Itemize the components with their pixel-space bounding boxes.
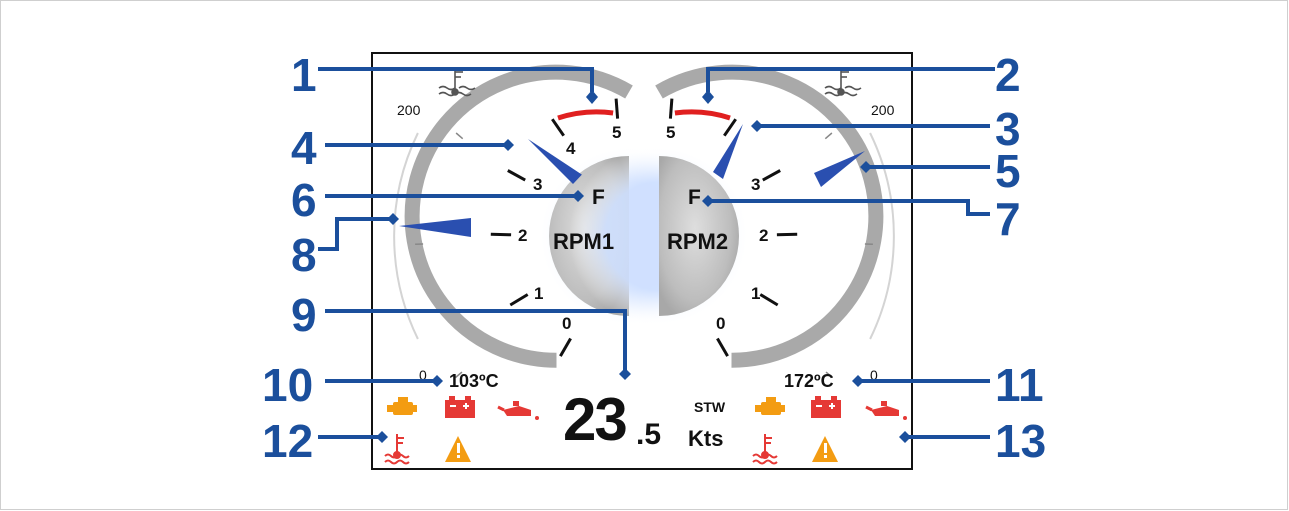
- right-engine-icon: [755, 397, 785, 415]
- left-tick-0: [559, 337, 572, 357]
- left-tick-4: [551, 118, 565, 137]
- left-tick-label-3: 3: [533, 175, 543, 194]
- engine-display-screen: 200 200 0 0 0 1 2 3 4 5 0 1 2 3 5 F F RP…: [371, 52, 913, 470]
- callout-number-8: 8: [291, 229, 317, 281]
- speed-value-decimal: .5: [636, 418, 662, 451]
- right-temp-scale-label: 200: [871, 102, 895, 118]
- left-tick-label-5: 5: [612, 123, 622, 142]
- gauges-graphic: [384, 64, 907, 465]
- left-tick-1: [509, 293, 529, 307]
- left-warning-icon: [445, 436, 471, 462]
- left-oil-pressure-icon: [497, 401, 539, 420]
- speed-mode-label: STW: [694, 399, 726, 415]
- right-warning-icon: [812, 436, 838, 462]
- right-temp-value: 172ºC: [784, 371, 834, 391]
- right-tick-label-0: 0: [716, 314, 726, 333]
- right-temp-tick-c: [824, 132, 833, 140]
- left-engine-icon: [387, 397, 417, 415]
- callout-number-5: 5: [995, 145, 1021, 197]
- right-tick-label-1: 1: [751, 284, 761, 303]
- right-coolant-temp-icon: [824, 68, 862, 97]
- callout-number-4: 4: [291, 122, 317, 174]
- left-temp-scale-label: 200: [397, 102, 421, 118]
- left-tick-3: [507, 169, 526, 182]
- right-redline: [674, 109, 731, 121]
- left-temp-tick-c: [455, 132, 464, 140]
- speed-unit-label: Kts: [688, 426, 724, 451]
- right-tick-1: [759, 293, 779, 307]
- callout-number-7: 7: [995, 193, 1021, 245]
- right-tick-5: [668, 98, 674, 119]
- left-tick-label-2: 2: [518, 226, 528, 245]
- speed-value-main: 23: [563, 386, 628, 453]
- right-temp-needle: [814, 151, 865, 187]
- right-fuel-label: F: [688, 186, 701, 209]
- right-temp-low-label: 0: [870, 367, 878, 383]
- right-tick-0: [716, 337, 729, 357]
- left-tick-label-0: 0: [562, 314, 572, 333]
- right-tick-2: [776, 232, 798, 237]
- right-coolant-alarm-icon: [752, 434, 778, 465]
- right-tick-4: [723, 118, 737, 137]
- right-tick-label-5: 5: [666, 123, 676, 142]
- left-tick-5: [614, 98, 620, 119]
- callout-number-2: 2: [995, 49, 1021, 101]
- right-tick-3: [762, 169, 781, 182]
- callout-number-6: 6: [291, 174, 317, 226]
- left-temp-value: 103ºC: [449, 371, 499, 391]
- left-coolant-temp-icon: [438, 68, 476, 97]
- left-coolant-alarm-icon: [384, 434, 410, 465]
- left-fuel-label: F: [592, 186, 605, 209]
- callout-number-9: 9: [291, 289, 317, 341]
- left-redline: [557, 109, 614, 121]
- callout-number-10: 10: [262, 359, 314, 411]
- right-oil-pressure-icon: [865, 401, 907, 420]
- callout-number-12: 12: [262, 415, 314, 467]
- right-rpm-label: RPM2: [667, 229, 729, 254]
- callout-number-11: 11: [995, 359, 1044, 411]
- callout-number-13: 13: [995, 415, 1047, 467]
- left-temp-low-label: 0: [419, 367, 427, 383]
- left-battery-icon: [445, 396, 475, 418]
- left-tick-label-4: 4: [566, 139, 576, 158]
- callout-number-1: 1: [291, 49, 317, 101]
- right-battery-icon: [811, 396, 841, 418]
- right-tick-label-3: 3: [751, 175, 761, 194]
- left-rpm-label: RPM1: [553, 229, 615, 254]
- right-tick-label-2: 2: [759, 226, 769, 245]
- left-tick-label-1: 1: [534, 284, 544, 303]
- left-tick-2: [490, 232, 512, 237]
